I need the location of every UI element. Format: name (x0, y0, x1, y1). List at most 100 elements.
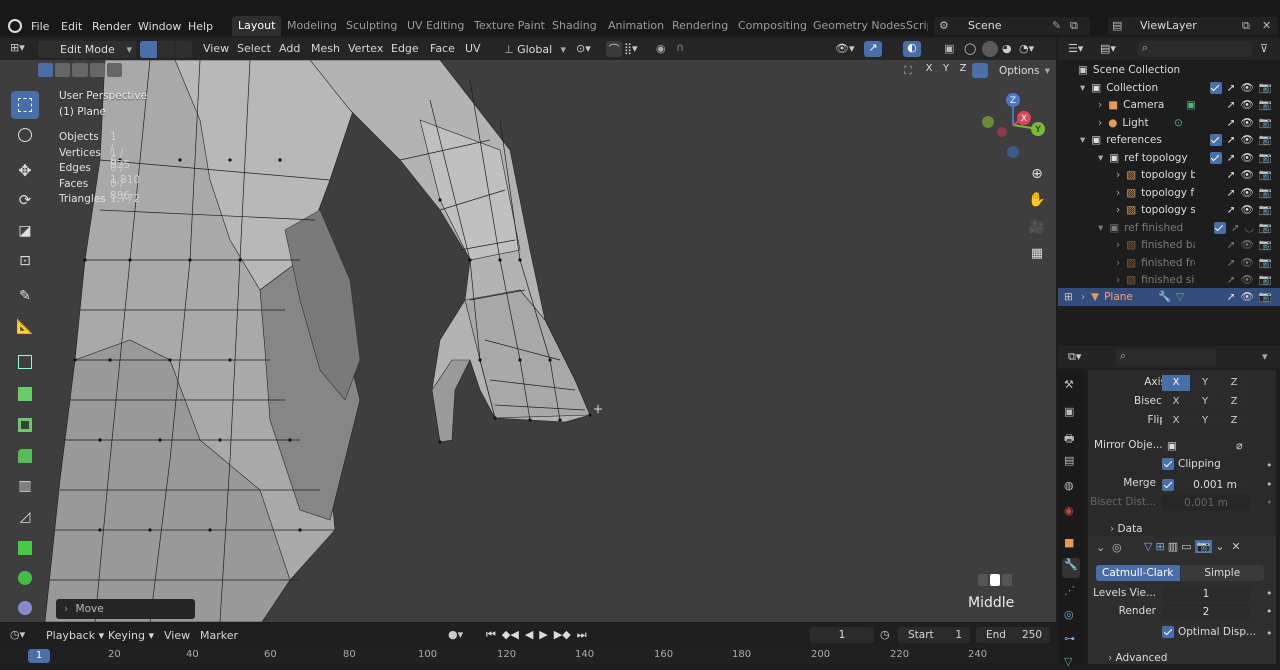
select-intersect-icon[interactable] (106, 63, 123, 77)
menu-timeline-view[interactable]: View (164, 629, 190, 642)
play-reverse-icon[interactable]: ◀ (525, 628, 533, 642)
overlay-toggle-icon[interactable]: ◐ (903, 41, 921, 57)
particles-tab-icon[interactable]: ⋰ (1064, 584, 1075, 597)
tool-tab-icon[interactable]: ⚒ (1064, 378, 1074, 391)
proportional-edit-icon[interactable]: ◉ (656, 42, 666, 55)
select-extend-icon[interactable] (55, 63, 71, 77)
outliner-search-input[interactable]: ⌕ (1138, 41, 1252, 57)
viewlayer-selector[interactable]: ▤ ViewLayer ⧉ ✕ (1108, 17, 1278, 35)
menu-vertex[interactable]: Vertex (348, 38, 383, 60)
menu-help[interactable]: Help (188, 17, 213, 36)
prev-keyframe-icon[interactable]: ◆◀ (502, 628, 519, 642)
merge-distance-input[interactable]: 0.001 m (1180, 477, 1250, 493)
menu-add[interactable]: Add (279, 38, 300, 60)
properties-editor-icon[interactable]: ⧉▾ (1068, 350, 1081, 364)
menu-uv[interactable]: UV (465, 38, 481, 60)
chevron-down-icon[interactable]: ▾ (1262, 350, 1268, 363)
outliner-row-topology-fro[interactable]: ›▧topology fro➚👁📷 (1058, 184, 1280, 202)
tab-animation[interactable]: Animation (608, 16, 664, 36)
axis-toggle[interactable]: XYZ (1162, 375, 1249, 391)
material-shading-icon[interactable]: ◕ (1002, 42, 1012, 55)
flip-toggle[interactable]: XYZ (1162, 413, 1249, 429)
tab-texture-paint[interactable]: Texture Paint (474, 16, 545, 36)
menu-view[interactable]: View (203, 38, 229, 60)
edit-mode-toggle-icon[interactable]: ▥ (1168, 540, 1178, 553)
zoom-icon[interactable]: ⊕ (1026, 163, 1048, 185)
optimal-display-checkbox[interactable]: Optimal Disp... (1162, 626, 1256, 644)
modifier-tab-icon[interactable]: 🔧 (1062, 558, 1080, 578)
flip-z-button[interactable]: Z (1220, 413, 1248, 429)
snap-target-icon[interactable]: ⣿▾ (624, 42, 638, 55)
next-keyframe-icon[interactable]: ▶◆ (554, 628, 571, 642)
editor-type-icon[interactable]: ⊞▾ (10, 41, 25, 54)
solid-shading-icon[interactable] (982, 41, 998, 57)
jump-start-icon[interactable]: ⏮ (486, 628, 496, 642)
last-operator-panel[interactable]: › Move (56, 599, 195, 619)
scene-selector[interactable]: ⚙ Scene ✎ ⧉ (934, 17, 1090, 35)
realtime-toggle-icon[interactable]: ▭ (1181, 540, 1191, 553)
menu-file[interactable]: File (31, 17, 49, 36)
pivot-icon[interactable]: ⊙▾ (576, 42, 591, 55)
outliner-scene-collection[interactable]: ▣ Scene Collection (1058, 61, 1280, 79)
select-box-tool-icon[interactable] (11, 91, 39, 119)
clock-icon[interactable]: ◷ (880, 628, 890, 641)
keyframe-dot-icon[interactable]: • (1266, 459, 1273, 472)
filter-icon[interactable]: ⊽ (1260, 42, 1268, 55)
world-tab-icon[interactable]: ◉ (1064, 504, 1074, 517)
bisect-z-button[interactable]: Z (1220, 394, 1248, 410)
constraints-tab-icon[interactable]: ⊶ (1064, 632, 1075, 645)
tab-scripting[interactable]: Scrip (906, 16, 928, 36)
tab-sculpting[interactable]: Sculpting (346, 16, 397, 36)
keyframe-dot-icon[interactable]: • (1266, 478, 1273, 491)
loop-cut-tool-icon[interactable]: ▥ (11, 472, 39, 500)
flip-y-button[interactable]: Y (1191, 413, 1219, 429)
remove-viewlayer-icon[interactable]: ✕ (1262, 19, 1271, 32)
display-mode-icon[interactable]: ▤▾ (1100, 42, 1116, 55)
menu-edit[interactable]: Edit (61, 17, 82, 36)
chevron-down-icon[interactable]: ⌄ (1215, 540, 1224, 553)
select-invert-icon[interactable] (89, 63, 105, 77)
tab-geometry-nodes[interactable]: Geometry Nodes (813, 16, 906, 36)
3d-viewport[interactable]: User Perspective (1) Plane Objects 1 / 6 … (0, 60, 1056, 622)
move-tool-icon[interactable]: ✥ (11, 156, 39, 184)
xray-icon[interactable]: ▣ (944, 42, 954, 55)
select-subtract-icon[interactable] (72, 63, 88, 77)
edge-select-icon[interactable] (157, 41, 175, 58)
outliner-row-references[interactable]: ▾ ▣ references ➚ 👁 📷 (1058, 131, 1280, 149)
pin-icon[interactable]: ✎ (1052, 19, 1061, 32)
outliner-row-ref-finished[interactable]: ▾ ▣ ref finished ➚ ◡ 📷 (1058, 219, 1280, 237)
chevron-down-icon[interactable]: ⌄ (1096, 541, 1105, 554)
new-scene-icon[interactable]: ⧉ (1070, 19, 1078, 33)
axis-x-button[interactable]: X (1162, 375, 1190, 391)
clipping-checkbox[interactable]: Clipping (1162, 458, 1221, 476)
cursor-tool-icon[interactable] (11, 121, 39, 149)
keyframe-dot-icon[interactable]: • (1266, 587, 1273, 600)
bisect-x-button[interactable]: X (1162, 394, 1190, 410)
keyframe-dot-icon[interactable]: • (1266, 605, 1273, 618)
tab-layout[interactable]: Layout (232, 16, 282, 36)
scene-tab-icon[interactable]: ◍ (1064, 479, 1074, 492)
eyedropper-icon[interactable]: ⌀ (1236, 439, 1243, 452)
advanced-subpanel[interactable]: › Advanced (1108, 652, 1167, 670)
end-frame-input[interactable]: End 250 (976, 627, 1050, 643)
annotate-tool-icon[interactable]: ✎ (11, 282, 39, 310)
outliner-row-plane[interactable]: ⊞ › ▼ Plane 🔧 ▽ ➚ 👁 📷 (1058, 288, 1280, 306)
output-tab-icon[interactable]: 🖶 (1064, 430, 1074, 449)
poly-build-tool-icon[interactable] (11, 534, 39, 562)
subsurf-toggles[interactable]: ▽ ⊞ ▥ ▭ 📷 ⌄ ✕ (1144, 540, 1241, 553)
knife-tool-icon[interactable]: ◿ (11, 503, 39, 531)
playback-controls[interactable]: ⏮ ◆◀ ◀ ▶ ▶◆ ⏭ (486, 628, 587, 642)
measure-tool-icon[interactable]: 📐 (11, 313, 39, 341)
jump-end-icon[interactable]: ⏭ (577, 628, 587, 642)
options-dropdown[interactable]: Options ▾ (994, 63, 1054, 79)
axis-z-button[interactable]: Z (1220, 375, 1248, 391)
pan-hand-icon[interactable]: ✋ (1026, 189, 1048, 211)
spin-tool-icon[interactable] (11, 564, 39, 592)
rotate-tool-icon[interactable]: ⟳ (11, 186, 39, 214)
mirror-axis-x[interactable]: X (922, 63, 936, 74)
play-icon[interactable]: ▶ (539, 628, 547, 642)
new-viewlayer-icon[interactable]: ⧉ (1242, 19, 1250, 33)
render-toggle-icon[interactable]: 📷 (1194, 540, 1213, 553)
ortho-toggle-icon[interactable]: ▦ (1026, 242, 1048, 264)
outliner-row-finished-sid[interactable]: › ▧ finished sid ➚ 👁 📷 (1058, 271, 1280, 289)
